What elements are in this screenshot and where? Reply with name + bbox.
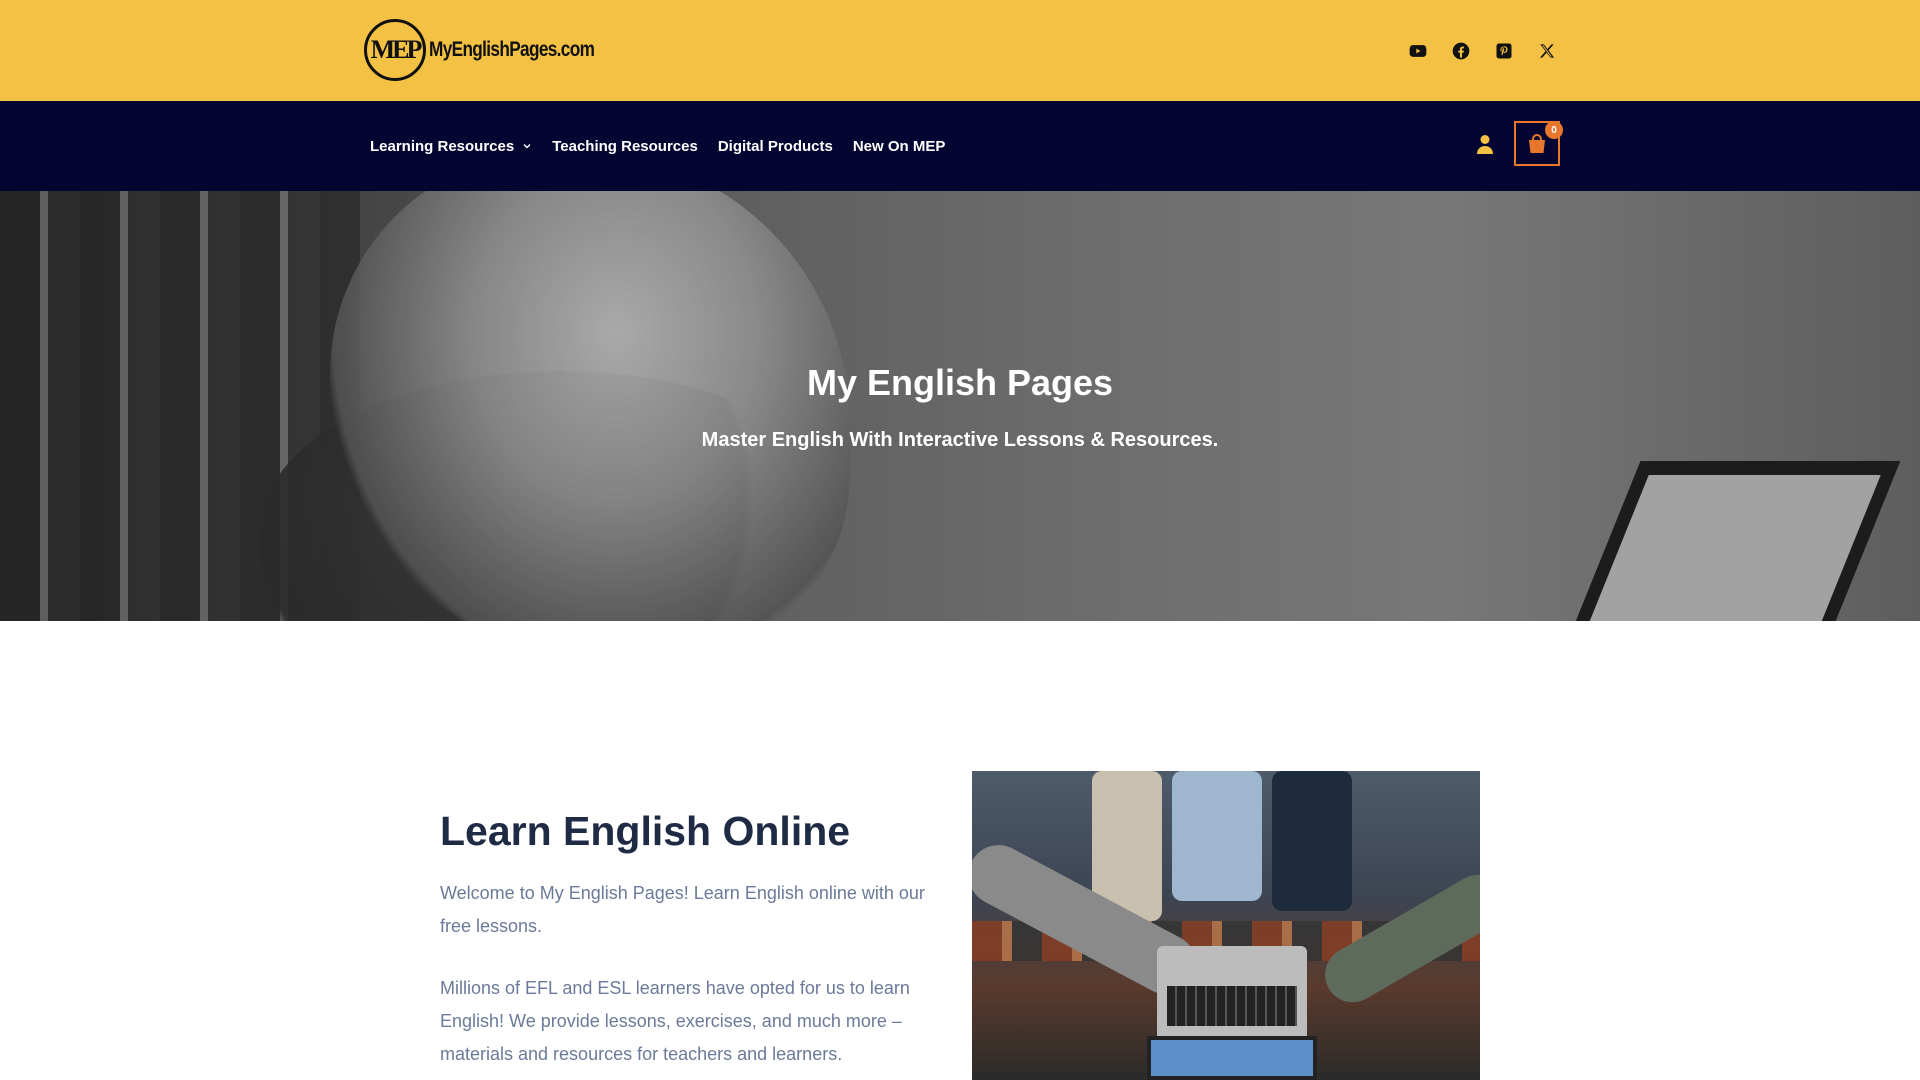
nav-item-teaching-resources[interactable]: Teaching Resources <box>552 138 698 155</box>
logo-mark: MEP <box>364 19 426 81</box>
photo-detail <box>1272 771 1352 911</box>
nav-menu: Learning Resources Teaching Resources Di… <box>370 101 945 191</box>
main-navigation: Learning Resources Teaching Resources Di… <box>0 101 1920 191</box>
nav-item-label: Learning Resources <box>370 137 515 155</box>
pinterest-icon[interactable] <box>1494 38 1514 63</box>
cart-button[interactable]: 0 <box>1514 121 1563 166</box>
logo-text: MyEnglishPages.com <box>429 38 595 61</box>
nav-item-label: Teaching Resources <box>552 137 698 155</box>
top-header: MEP MyEnglishPages.com <box>0 0 1920 101</box>
chevron-down-icon <box>523 144 531 149</box>
youtube-icon[interactable] <box>1408 38 1428 63</box>
nav-item-digital-products[interactable]: Digital Products <box>718 138 833 155</box>
nav-item-label: New On MEP <box>852 137 946 155</box>
account-icon[interactable] <box>1475 133 1495 155</box>
photo-detail <box>1172 771 1262 901</box>
facebook-icon[interactable] <box>1451 38 1471 63</box>
photo-detail <box>1147 1036 1317 1080</box>
nav-item-new-on-mep[interactable]: New On MEP <box>853 138 946 155</box>
site-logo[interactable]: MEP MyEnglishPages.com <box>364 19 631 81</box>
intro-paragraph: Welcome to My English Pages! Learn Engli… <box>440 883 925 936</box>
hero-overlay <box>0 191 1920 621</box>
hero-subtitle: Master English With Interactive Lessons … <box>701 429 1219 451</box>
x-icon[interactable] <box>1537 38 1557 63</box>
section-title: Learn English Online <box>440 808 851 854</box>
hero-title: My English Pages <box>806 362 1114 403</box>
hero-banner <box>0 191 1920 621</box>
students-laptop-image <box>972 771 1480 1080</box>
cart-count-badge: 0 <box>1545 121 1563 139</box>
shopping-bag-icon <box>1529 133 1545 153</box>
social-links <box>1408 38 1557 63</box>
nav-item-learning-resources[interactable]: Learning Resources <box>370 138 532 155</box>
intro-paragraph: Millions of EFL and ESL learners have op… <box>440 978 910 1064</box>
photo-detail <box>1167 986 1297 1026</box>
nav-item-label: Digital Products <box>717 137 833 155</box>
